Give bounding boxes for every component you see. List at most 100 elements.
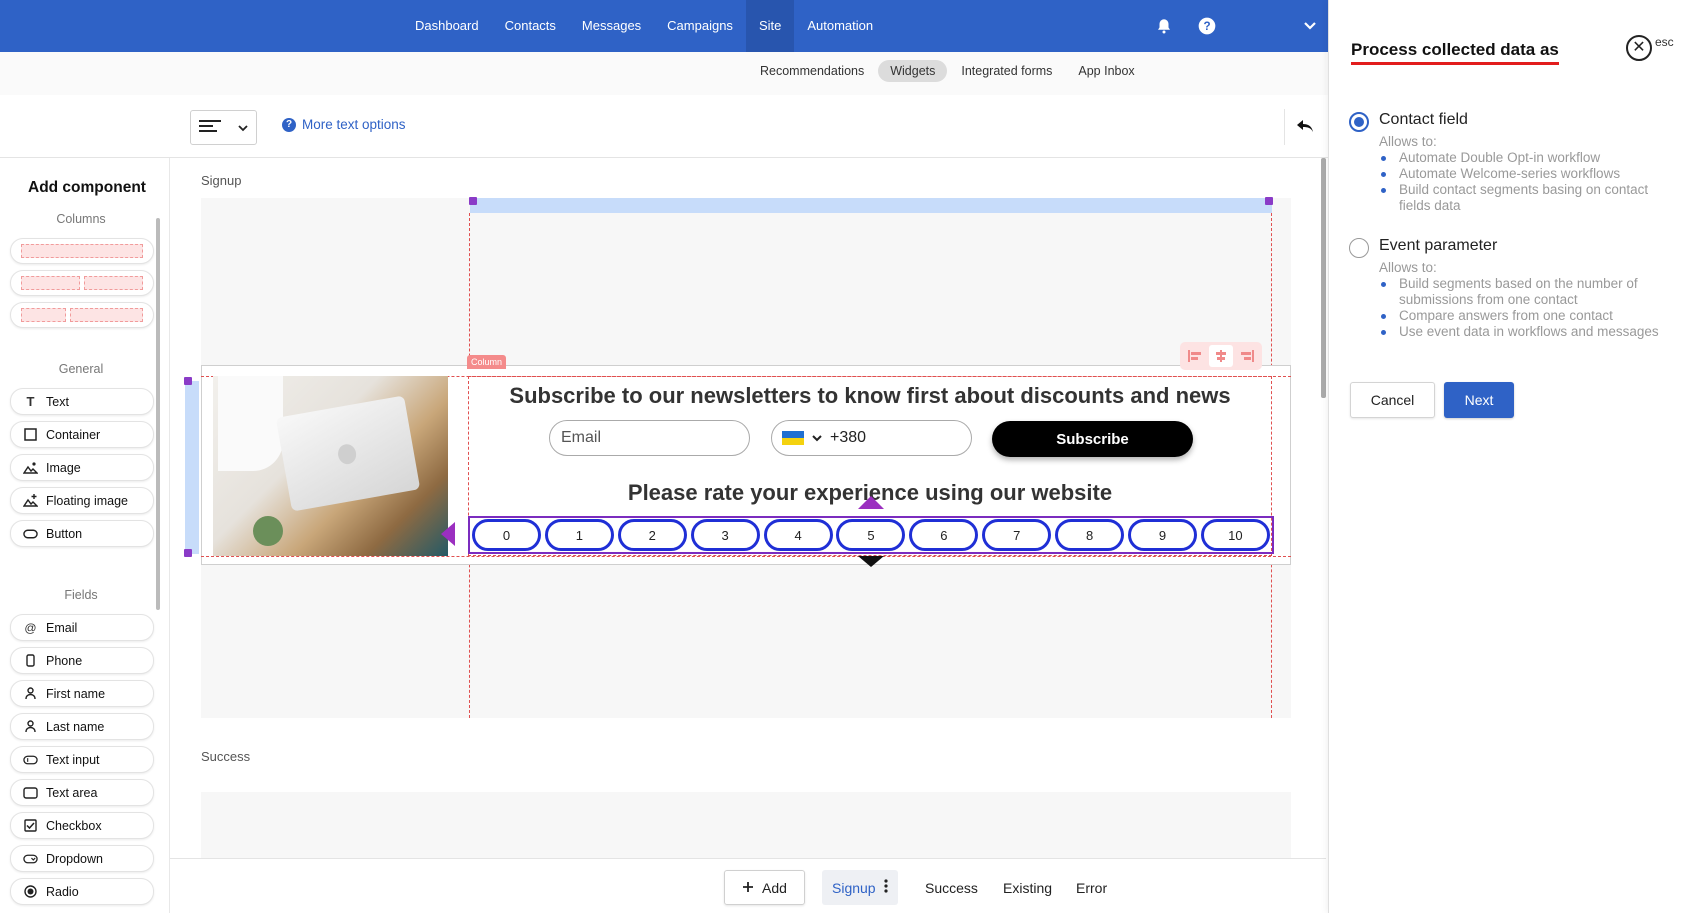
two-column-option[interactable] — [10, 270, 154, 296]
component-sidebar: Add component Columns General T Text Cont… — [0, 158, 170, 913]
rating-option-4[interactable]: 4 — [763, 519, 833, 551]
more-text-options-link[interactable]: ? More text options — [282, 117, 406, 132]
rating-option-5[interactable]: 5 — [836, 519, 906, 551]
tab-success[interactable]: Success — [915, 870, 988, 905]
move-left-arrow-icon[interactable] — [441, 522, 455, 546]
text-area-icon — [23, 785, 38, 800]
subnav-recommendations[interactable]: Recommendations — [748, 60, 876, 82]
canvas-scrollbar[interactable] — [1321, 158, 1326, 398]
option-label: Event parameter — [1379, 237, 1498, 254]
email-field[interactable]: Email — [549, 420, 750, 456]
resize-handle[interactable] — [469, 197, 477, 205]
field-dropdown[interactable]: Dropdown — [10, 845, 154, 872]
row-left-resize-bar[interactable] — [185, 381, 199, 554]
text-align-dropdown[interactable] — [190, 110, 257, 145]
laptop-shape — [275, 395, 421, 512]
field-last-name[interactable]: Last name — [10, 713, 154, 740]
column-tag: Column — [467, 355, 507, 369]
tab-existing[interactable]: Existing — [993, 870, 1062, 905]
component-button[interactable]: Button — [10, 520, 154, 547]
phone-field[interactable]: +380 — [771, 420, 972, 456]
general-section-label: General — [58, 362, 104, 376]
component-image[interactable]: Image — [10, 454, 154, 481]
nav-automation[interactable]: Automation — [794, 0, 886, 52]
subscribe-button[interactable]: Subscribe — [992, 421, 1193, 457]
field-text-input[interactable]: Text input — [10, 746, 154, 773]
rating-option-2[interactable]: 2 — [617, 519, 687, 551]
one-column-option[interactable] — [10, 238, 154, 264]
cancel-button[interactable]: Cancel — [1350, 382, 1435, 418]
button-icon — [23, 526, 38, 541]
nav-contacts[interactable]: Contacts — [492, 0, 569, 52]
move-down-arrow-icon[interactable] — [858, 556, 884, 567]
success-form-area[interactable] — [201, 792, 1291, 858]
component-label: Image — [46, 460, 81, 475]
main-nav: Dashboard Contacts Messages Campaigns Si… — [402, 0, 886, 52]
step-tabs-bar: Add Signup Success Existing Error — [170, 858, 1326, 913]
tab-error[interactable]: Error — [1066, 870, 1117, 905]
field-text-area[interactable]: Text area — [10, 779, 154, 806]
undo-icon — [1296, 119, 1314, 136]
ukraine-flag-icon[interactable] — [782, 431, 804, 445]
plant-shape — [253, 516, 283, 546]
field-first-name[interactable]: First name — [10, 680, 154, 707]
newsletter-headline[interactable]: Subscribe to our newsletters to know fir… — [468, 383, 1272, 409]
asymmetric-column-option[interactable] — [10, 302, 154, 328]
align-right-icon[interactable] — [1235, 345, 1259, 367]
resize-handle[interactable] — [1265, 197, 1273, 205]
event-parameter-radio[interactable] — [1349, 238, 1369, 258]
list-item: Build segments based on the number of su… — [1379, 276, 1679, 308]
move-up-arrow-icon[interactable] — [858, 496, 884, 509]
option-label: Contact field — [1379, 111, 1468, 128]
field-checkbox[interactable]: Checkbox — [10, 812, 154, 839]
rating-option-9[interactable]: 9 — [1128, 519, 1198, 551]
align-left-icon[interactable] — [1183, 345, 1207, 367]
undo-button[interactable] — [1284, 109, 1324, 145]
subnav-widgets[interactable]: Widgets — [878, 60, 948, 82]
field-email[interactable]: @ Email — [10, 614, 154, 641]
nav-dashboard[interactable]: Dashboard — [402, 0, 492, 52]
component-container[interactable]: Container — [10, 421, 154, 448]
align-center-icon[interactable] — [1209, 345, 1233, 367]
field-phone[interactable]: Phone — [10, 647, 154, 674]
chevron-down-icon[interactable] — [1298, 14, 1322, 38]
tab-signup[interactable]: Signup — [822, 870, 898, 905]
add-step-label: Add — [762, 879, 787, 896]
sidebar-scrollbar[interactable] — [156, 218, 160, 610]
editor-toolbar: ? More text options — [0, 95, 1328, 158]
subnav-app-inbox[interactable]: App Inbox — [1066, 60, 1146, 82]
resize-handle[interactable] — [184, 377, 192, 385]
rating-option-8[interactable]: 8 — [1055, 519, 1125, 551]
next-button[interactable]: Next — [1444, 382, 1514, 418]
nav-site[interactable]: Site — [745, 0, 795, 52]
rating-option-10[interactable]: 10 — [1200, 519, 1270, 551]
help-icon[interactable]: ? — [1195, 14, 1219, 38]
laptop-photo[interactable] — [213, 376, 448, 556]
rating-scale[interactable]: 0 1 2 3 4 5 6 7 8 9 10 — [468, 516, 1274, 554]
benefit-list: Automate Double Opt-in workflow Automate… — [1379, 150, 1679, 214]
more-vertical-icon[interactable] — [883, 879, 888, 896]
nav-messages[interactable]: Messages — [569, 0, 654, 52]
subnav-integrated-forms[interactable]: Integrated forms — [949, 60, 1064, 82]
top-navigation-bar: Dashboard Contacts Messages Campaigns Si… — [0, 0, 1328, 52]
rating-option-3[interactable]: 3 — [690, 519, 760, 551]
rating-option-7[interactable]: 7 — [982, 519, 1052, 551]
rating-option-6[interactable]: 6 — [909, 519, 979, 551]
chevron-down-icon[interactable] — [812, 429, 822, 447]
contact-field-radio[interactable] — [1349, 112, 1369, 132]
column-top-resize-bar[interactable] — [470, 198, 1272, 213]
help-icon: ? — [282, 117, 296, 132]
esc-label: esc — [1655, 35, 1674, 49]
resize-handle[interactable] — [184, 549, 192, 557]
component-floating-image[interactable]: Floating image — [10, 487, 154, 514]
component-text[interactable]: T Text — [10, 388, 154, 415]
text-input-icon — [23, 752, 38, 767]
field-radio[interactable]: Radio — [10, 878, 154, 905]
radio-icon — [23, 884, 38, 899]
nav-campaigns[interactable]: Campaigns — [654, 0, 746, 52]
rating-option-0[interactable]: 0 — [472, 519, 541, 551]
bell-icon[interactable] — [1152, 14, 1176, 38]
rating-option-1[interactable]: 1 — [544, 519, 614, 551]
add-step-button[interactable]: Add — [724, 870, 805, 905]
close-button[interactable]: ✕ esc — [1626, 35, 1674, 61]
